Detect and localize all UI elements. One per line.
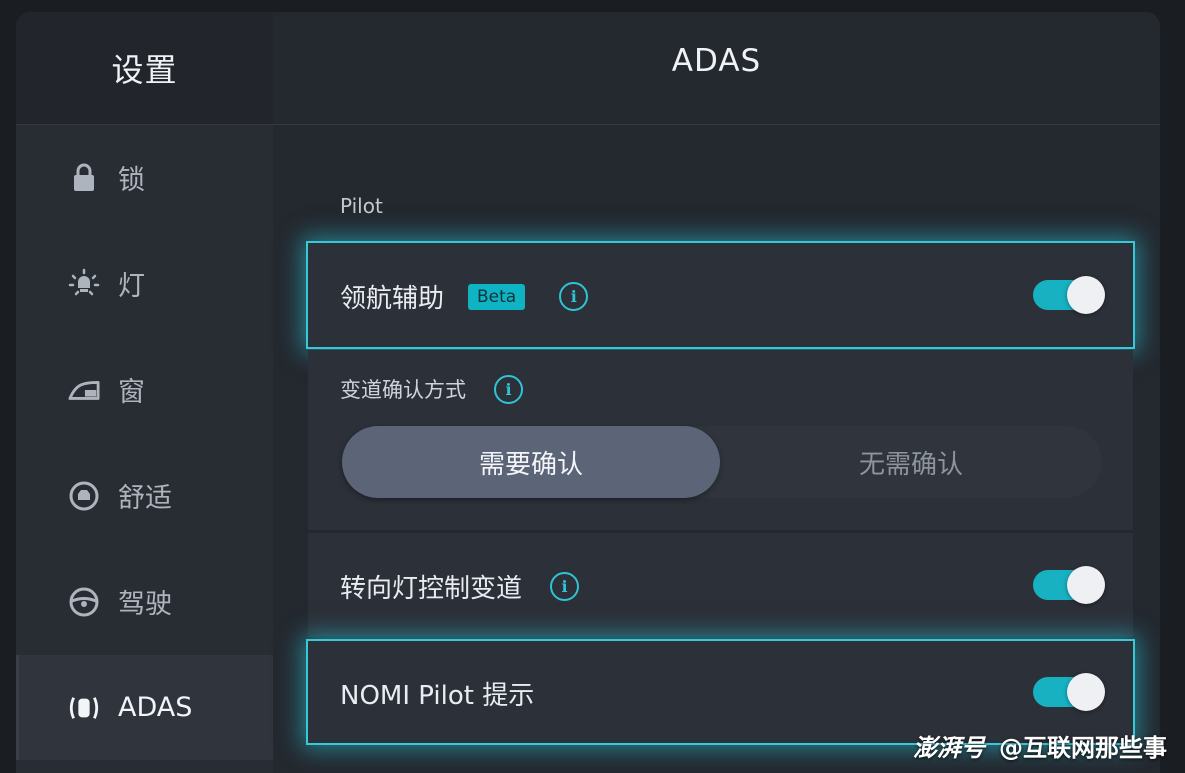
turn-signal-label: 转向灯控制变道 [340, 574, 523, 604]
sidebar-title: 设置 [16, 12, 273, 124]
header-divider [273, 124, 1160, 125]
section-label-pilot: Pilot [340, 194, 383, 218]
sidebar-item-adas[interactable]: ADAS [16, 655, 273, 760]
watermark: 澎湃号 @互联网那些事 [913, 728, 1167, 763]
page-title: ADAS [671, 43, 762, 79]
lane-change-label-group: 变道确认方式 i [340, 374, 523, 404]
pilot-assist-label-group: 领航辅助 Beta i [340, 278, 589, 315]
sidebar-item-label: 舒适 [118, 483, 172, 514]
sidebar-item-label: 窗 [118, 377, 145, 408]
watermark-brand: 澎湃号 [913, 734, 985, 762]
sidebar-item-label: ADAS [118, 692, 193, 723]
light-icon [68, 268, 100, 300]
steering-wheel-icon [68, 586, 100, 618]
sidebar-item-label: 驾驶 [118, 589, 172, 620]
toggle-knob [1067, 276, 1105, 314]
sidebar: 设置 锁 灯 窗 舒适 驾驶 ADAS [16, 12, 273, 773]
toggle-knob [1067, 673, 1105, 711]
adas-icon [68, 692, 100, 724]
sidebar-item-comfort[interactable]: 舒适 [16, 443, 273, 548]
settings-window: 设置 锁 灯 窗 舒适 驾驶 ADAS ADAS Pilot 领航辅助 Beta… [16, 12, 1160, 773]
lane-change-label: 变道确认方式 [340, 378, 466, 402]
sidebar-item-label: 锁 [118, 165, 145, 196]
info-icon[interactable]: i [494, 374, 523, 404]
pilot-assist-label: 领航辅助 [340, 284, 445, 314]
option-no-confirm[interactable]: 无需确认 [720, 426, 1102, 498]
sidebar-item-window[interactable]: 窗 [16, 337, 273, 442]
sidebar-item-lock[interactable]: 锁 [16, 125, 273, 230]
lock-icon [68, 162, 100, 194]
lane-change-segmented-control: 需要确认 无需确认 [342, 426, 1102, 498]
turn-signal-row: 转向灯控制变道 i [308, 533, 1133, 637]
lane-change-card: 变道确认方式 i 需要确认 无需确认 [308, 350, 1133, 530]
info-icon[interactable]: i [550, 572, 580, 601]
toggle-knob [1067, 566, 1105, 604]
nomi-pilot-label-group: NOMI Pilot 提示 [340, 675, 534, 712]
watermark-author: @互联网那些事 [999, 734, 1167, 762]
window-icon [68, 374, 100, 406]
sidebar-item-light[interactable]: 灯 [16, 231, 273, 336]
info-icon[interactable]: i [559, 282, 589, 311]
option-confirm-required[interactable]: 需要确认 [342, 426, 720, 498]
main-panel: ADAS Pilot 领航辅助 Beta i 变道确认方式 i 需要确认 无需确… [273, 12, 1160, 773]
turn-signal-toggle[interactable] [1033, 566, 1105, 604]
nomi-pilot-toggle[interactable] [1033, 673, 1105, 711]
turn-signal-label-group: 转向灯控制变道 i [340, 568, 580, 605]
nomi-pilot-label: NOMI Pilot 提示 [340, 681, 535, 711]
beta-badge: Beta [468, 283, 526, 310]
comfort-icon [68, 480, 100, 512]
sidebar-item-label: 灯 [118, 271, 145, 302]
pilot-assist-toggle[interactable] [1033, 276, 1105, 314]
pilot-assist-row: 领航辅助 Beta i [308, 243, 1133, 347]
sidebar-item-driving[interactable]: 驾驶 [16, 549, 273, 654]
